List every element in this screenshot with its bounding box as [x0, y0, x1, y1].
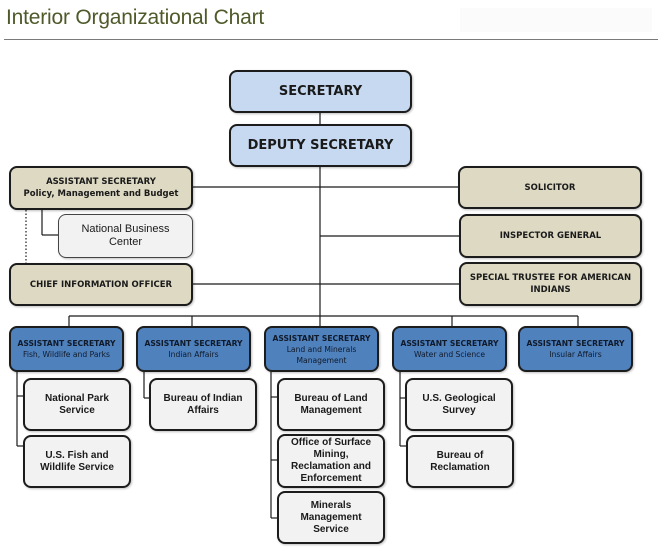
bureau-land-management-box: Bureau of Land Management: [277, 378, 385, 431]
deputy-secretary-box: DEPUTY SECRETARY: [229, 124, 412, 167]
fish-wildlife-service-box: U.S. Fish and Wildlife Service: [23, 435, 131, 488]
bureau-indian-affairs-box: Bureau of Indian Affairs: [149, 378, 257, 431]
box-subtitle: Water and Science: [414, 350, 485, 359]
box-title: ASSISTANT SECRETARY: [17, 339, 116, 348]
box-line: Enforcement: [300, 473, 362, 484]
deputy-secretary-label: DEPUTY SECRETARY: [247, 138, 394, 153]
special-trustee-box: SPECIAL TRUSTEE FOR AMERICAN INDIANS: [459, 262, 642, 306]
chief-information-officer-box: CHIEF INFORMATION OFFICER: [9, 263, 193, 306]
box-subtitle: Insular Affairs: [549, 350, 602, 359]
assistant-secretary-ia-box: ASSISTANT SECRETARY Indian Affairs: [136, 326, 251, 372]
box-line: Service: [313, 523, 349, 535]
box-line: Wildlife Service: [40, 461, 114, 473]
box-line: U.S. Geological: [422, 392, 496, 404]
box-subtitle: Fish, Wildlife and Parks: [23, 350, 110, 359]
box-title: ASSISTANT SECRETARY: [46, 177, 156, 187]
secretary-box: SECRETARY: [229, 70, 412, 113]
box-line: Management: [300, 511, 362, 523]
box-title: INSPECTOR GENERAL: [499, 231, 602, 241]
assistant-secretary-fwp-box: ASSISTANT SECRETARY Fish, Wildlife and P…: [9, 326, 124, 372]
box-line: National Business: [81, 223, 170, 235]
national-business-center-box: National Business Center: [58, 214, 193, 258]
assistant-secretary-pmb-box: ASSISTANT SECRETARY Policy, Management a…: [9, 166, 193, 210]
box-line: Reclamation: [430, 461, 490, 473]
box-title: ASSISTANT SECRETARY: [526, 339, 625, 348]
box-line: Survey: [442, 404, 476, 416]
secretary-label: SECRETARY: [278, 84, 363, 99]
box-line: Reclamation and: [290, 461, 372, 472]
assistant-secretary-insular-box: ASSISTANT SECRETARY Insular Affairs: [518, 326, 633, 372]
office-surface-mining-box: Office of Surface Mining, Reclamation an…: [277, 434, 385, 488]
solicitor-box: SOLICITOR: [458, 166, 642, 209]
box-subtitle: Land and Minerals: [286, 344, 357, 354]
box-line: Service: [59, 404, 95, 416]
box-title: SPECIAL TRUSTEE FOR AMERICAN: [469, 273, 632, 283]
box-subtitle: Indian Affairs: [168, 350, 219, 359]
box-title: INDIANS: [530, 285, 571, 295]
box-subtitle: Policy, Management and Budget: [23, 189, 179, 199]
assistant-secretary-lmm-box: ASSISTANT SECRETARY Land and Minerals Ma…: [264, 326, 379, 372]
box-line: Affairs: [187, 404, 219, 416]
assistant-secretary-ws-box: ASSISTANT SECRETARY Water and Science: [392, 326, 507, 372]
minerals-management-service-box: Minerals Management Service: [277, 491, 385, 544]
box-line: Bureau of Indian: [163, 392, 243, 404]
box-line: Office of Surface: [290, 437, 372, 448]
box-title: CHIEF INFORMATION OFFICER: [29, 279, 173, 290]
inspector-general-box: INSPECTOR GENERAL: [459, 214, 642, 258]
box-subtitle: Management: [296, 355, 347, 365]
box-line: Minerals: [310, 499, 352, 511]
us-geological-survey-box: U.S. Geological Survey: [405, 378, 513, 431]
box-title: SOLICITOR: [524, 182, 576, 193]
national-park-service-box: National Park Service: [23, 378, 131, 431]
box-line: U.S. Fish and: [45, 449, 109, 461]
box-line: Bureau of: [436, 449, 484, 461]
box-line: Management: [300, 404, 362, 416]
box-title: ASSISTANT SECRETARY: [144, 339, 243, 348]
box-line: Bureau of Land: [294, 392, 368, 404]
box-title: ASSISTANT SECRETARY: [400, 339, 499, 348]
bureau-reclamation-box: Bureau of Reclamation: [406, 435, 514, 488]
box-line: Center: [108, 236, 143, 248]
box-line: National Park: [45, 392, 109, 404]
box-title: ASSISTANT SECRETARY: [272, 333, 371, 343]
box-line: Mining,: [313, 449, 349, 460]
